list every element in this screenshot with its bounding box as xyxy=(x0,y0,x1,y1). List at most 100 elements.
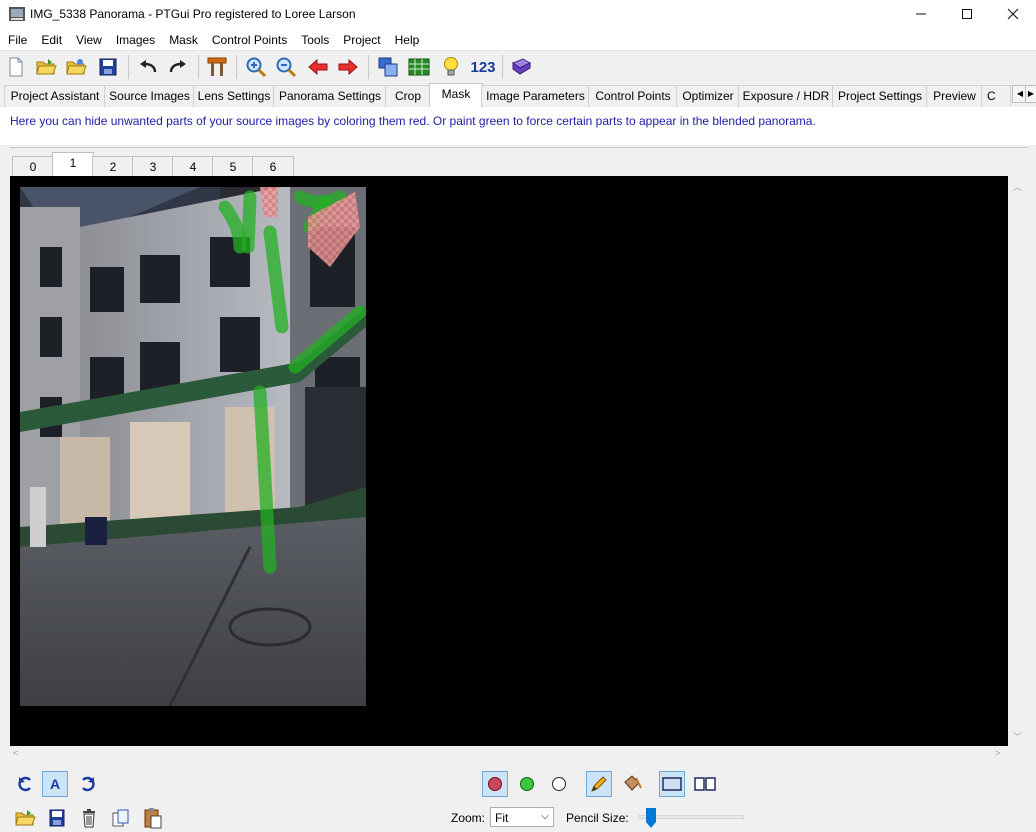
redo-button[interactable] xyxy=(166,55,190,79)
image-tab-2[interactable]: 2 xyxy=(92,156,134,177)
menu-tools[interactable]: Tools xyxy=(294,30,336,50)
open-folder-icon xyxy=(36,59,57,75)
toolbar-separator xyxy=(368,55,369,79)
maximize-button[interactable] xyxy=(944,0,990,30)
window-title: IMG_5338 Panorama - PTGui Pro registered… xyxy=(30,7,356,21)
menu-help[interactable]: Help xyxy=(388,30,427,50)
toolbar: 123 xyxy=(0,51,1036,83)
menu-file[interactable]: File xyxy=(0,30,34,50)
tab-image-parameters[interactable]: Image Parameters xyxy=(481,85,590,107)
trash-icon xyxy=(83,809,95,828)
save-project-button[interactable] xyxy=(96,55,120,79)
menu-control-points[interactable]: Control Points xyxy=(205,30,294,50)
tab-project-settings[interactable]: Project Settings xyxy=(832,85,928,107)
panorama-editor-button[interactable] xyxy=(376,55,400,79)
align-images-button[interactable] xyxy=(205,55,229,79)
next-image-button[interactable] xyxy=(336,55,360,79)
redo-icon xyxy=(169,60,186,73)
close-button[interactable] xyxy=(990,0,1036,30)
menu-mask[interactable]: Mask xyxy=(162,30,205,50)
image-tab-5[interactable]: 5 xyxy=(212,156,254,177)
tab-overflow[interactable]: C xyxy=(981,85,1011,106)
open-recent-button[interactable] xyxy=(64,55,88,79)
maximize-icon xyxy=(962,9,972,19)
scroll-right-icon[interactable]: > xyxy=(995,748,1000,758)
pencil-size-label: Pencil Size: xyxy=(566,811,629,825)
zoom-select[interactable]: Fit ⌵ xyxy=(490,807,554,827)
caret-left-icon: ◀ xyxy=(1016,89,1024,98)
help-book-button[interactable] xyxy=(509,55,533,79)
load-mask-button[interactable] xyxy=(12,805,38,831)
title-bar: IMG_5338 Panorama - PTGui Pro registered… xyxy=(0,0,1036,30)
tab-lens-settings[interactable]: Lens Settings xyxy=(193,85,275,107)
paint-green-button[interactable] xyxy=(514,771,540,797)
auto-mask-button[interactable]: A xyxy=(42,771,68,797)
previous-image-button[interactable] xyxy=(306,55,330,79)
paste-mask-button[interactable] xyxy=(140,805,166,831)
scroll-left-icon[interactable]: < xyxy=(13,748,18,758)
tab-mask[interactable]: Mask xyxy=(429,83,483,108)
image-tab-3[interactable]: 3 xyxy=(132,156,174,177)
green-circle-icon xyxy=(520,777,534,791)
source-image[interactable] xyxy=(20,187,366,706)
table-button[interactable] xyxy=(407,55,431,79)
zoom-in-button[interactable] xyxy=(244,55,268,79)
zoom-value: Fit xyxy=(495,811,509,825)
tab-control-points[interactable]: Control Points xyxy=(588,85,678,107)
menu-project[interactable]: Project xyxy=(336,30,387,50)
open-project-button[interactable] xyxy=(34,55,58,79)
erase-mask-button[interactable] xyxy=(546,771,572,797)
paint-red-button[interactable] xyxy=(482,771,508,797)
toolbar-separator xyxy=(128,55,129,79)
rotate-right-button[interactable] xyxy=(75,771,101,797)
single-view-button[interactable] xyxy=(659,771,685,797)
tools-hammer-icon xyxy=(207,57,227,76)
tab-source-images[interactable]: Source Images xyxy=(104,85,195,107)
scroll-up-icon[interactable]: ︿ xyxy=(1013,180,1022,193)
pencil-tool-button[interactable] xyxy=(586,771,612,797)
fill-tool-button[interactable] xyxy=(619,771,645,797)
split-view-button[interactable] xyxy=(692,771,718,797)
panorama-editor-icon xyxy=(378,57,398,77)
new-document-icon xyxy=(9,57,23,77)
delete-mask-button[interactable] xyxy=(76,805,102,831)
image-tab-6[interactable]: 6 xyxy=(252,156,294,177)
menu-edit[interactable]: Edit xyxy=(34,30,69,50)
menu-images[interactable]: Images xyxy=(109,30,162,50)
undo-button[interactable] xyxy=(136,55,160,79)
menu-view[interactable]: View xyxy=(69,30,109,50)
new-project-button[interactable] xyxy=(4,55,28,79)
info-panel: Here you can hide unwanted parts of your… xyxy=(0,107,1036,145)
numbering-button[interactable]: 123 xyxy=(468,55,498,79)
dual-panel-icon xyxy=(694,777,716,791)
lightbulb-icon xyxy=(444,57,458,76)
toolbar-separator xyxy=(198,55,199,79)
tab-scroll-right-button[interactable]: ▶ xyxy=(1025,85,1036,103)
minimize-button[interactable] xyxy=(898,0,944,30)
zoom-out-button[interactable] xyxy=(274,55,298,79)
zoom-label: Zoom: xyxy=(451,811,486,825)
undo-icon xyxy=(140,60,157,73)
rotate-left-button[interactable] xyxy=(12,771,38,797)
app-icon xyxy=(9,7,25,21)
pencil-size-slider-thumb[interactable] xyxy=(646,808,656,828)
close-icon xyxy=(1007,8,1019,20)
tab-exposure-hdr[interactable]: Exposure / HDR xyxy=(738,85,834,107)
tab-preview[interactable]: Preview xyxy=(926,85,983,107)
save-mask-button[interactable] xyxy=(44,805,70,831)
image-tab-1[interactable]: 1 xyxy=(52,152,94,177)
table-grid-icon xyxy=(408,58,430,76)
save-icon xyxy=(49,809,65,827)
tab-optimizer[interactable]: Optimizer xyxy=(676,85,740,107)
tab-project-assistant[interactable]: Project Assistant xyxy=(4,85,106,107)
menu-bar: File Edit View Images Mask Control Points Tool… xyxy=(0,30,1036,51)
tab-crop[interactable]: Crop xyxy=(385,85,431,107)
image-tab-4[interactable]: 4 xyxy=(172,156,214,177)
tab-panorama-settings[interactable]: Panorama Settings xyxy=(273,85,387,107)
image-tab-0[interactable]: 0 xyxy=(12,156,54,177)
vertical-scrollbar[interactable]: ︿ ﹀ xyxy=(1008,176,1028,746)
tips-button[interactable] xyxy=(439,55,463,79)
horizontal-scrollbar[interactable]: < > xyxy=(10,746,1008,762)
copy-mask-button[interactable] xyxy=(108,805,134,831)
scroll-down-icon[interactable]: ﹀ xyxy=(1013,730,1022,743)
